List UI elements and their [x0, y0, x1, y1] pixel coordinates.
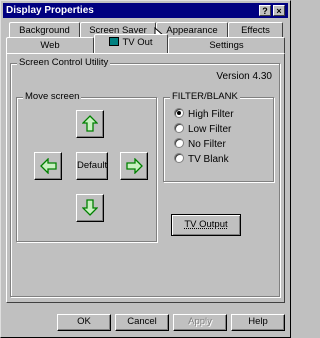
radio-tv-blank[interactable]: TV Blank	[174, 153, 229, 166]
radio-no-filter[interactable]: No Filter	[174, 138, 226, 151]
move-down-button[interactable]	[76, 194, 104, 222]
tv-output-label: TV Output	[184, 219, 228, 230]
radio-button[interactable]	[174, 123, 184, 133]
tab-web[interactable]: Web	[6, 37, 94, 54]
ok-label: OK	[77, 316, 91, 327]
help-label: Help	[248, 316, 268, 327]
window-title: Display Properties	[6, 5, 94, 16]
tab-settings[interactable]: Settings	[168, 37, 285, 54]
move-screen-group: Move screen Default	[16, 91, 157, 242]
default-button[interactable]: Default	[76, 152, 108, 180]
radio-button[interactable]	[174, 138, 184, 148]
tab-label: TV Out	[122, 37, 153, 48]
radio-low-filter[interactable]: Low Filter	[174, 123, 231, 136]
help-button[interactable]: Help	[231, 314, 285, 331]
default-label: Default	[77, 160, 108, 171]
tab-label: Settings	[209, 40, 244, 51]
tab-label: Web	[40, 40, 60, 51]
apply-button[interactable]: Apply	[173, 314, 227, 331]
tab-label: Appearance	[166, 25, 218, 36]
filter-blank-title: FILTER/BLANK	[170, 91, 240, 103]
move-screen-title: Move screen	[23, 91, 82, 103]
move-left-button[interactable]	[34, 152, 62, 180]
arrow-right-icon	[125, 158, 143, 174]
arrow-up-icon	[82, 115, 98, 132]
arrow-left-icon	[39, 158, 57, 174]
tab-label: Effects	[241, 25, 270, 36]
close-icon[interactable]: ×	[273, 5, 285, 16]
screen-control-title: Screen Control Utility	[17, 57, 111, 69]
radio-button-selected[interactable]	[174, 108, 184, 118]
help-title-button[interactable]: ?	[259, 5, 271, 16]
radio-label: No Filter	[188, 139, 226, 150]
radio-label: TV Blank	[188, 154, 229, 165]
radio-button[interactable]	[174, 153, 184, 163]
title-bar[interactable]: Display Properties ? ×	[3, 3, 288, 18]
tab-tv-out[interactable]: TV Out	[94, 34, 168, 53]
cancel-button[interactable]: Cancel	[115, 314, 169, 331]
arrow-down-icon	[82, 199, 98, 216]
tv-out-panel: Screen Control Utility Version 4.30 Move…	[6, 53, 285, 303]
tab-label: Background	[19, 25, 70, 36]
screen-control-group: Screen Control Utility Version 4.30 Move…	[10, 57, 280, 297]
radio-label: Low Filter	[188, 124, 232, 135]
radio-label: High Filter	[188, 109, 234, 120]
display-properties-window: Display Properties ? × Background Screen…	[0, 0, 291, 338]
tv-output-button[interactable]: TV Output	[171, 214, 241, 236]
cancel-label: Cancel	[127, 316, 157, 327]
version-label: Version 4.30	[216, 71, 272, 82]
ok-button[interactable]: OK	[57, 314, 111, 331]
move-up-button[interactable]	[76, 110, 104, 138]
move-right-button[interactable]	[120, 152, 148, 180]
filter-blank-group: FILTER/BLANK High Filter Low Filter No F…	[163, 91, 274, 182]
tv-icon	[109, 37, 120, 46]
apply-label: Apply	[188, 316, 212, 327]
radio-high-filter[interactable]: High Filter	[174, 108, 234, 121]
